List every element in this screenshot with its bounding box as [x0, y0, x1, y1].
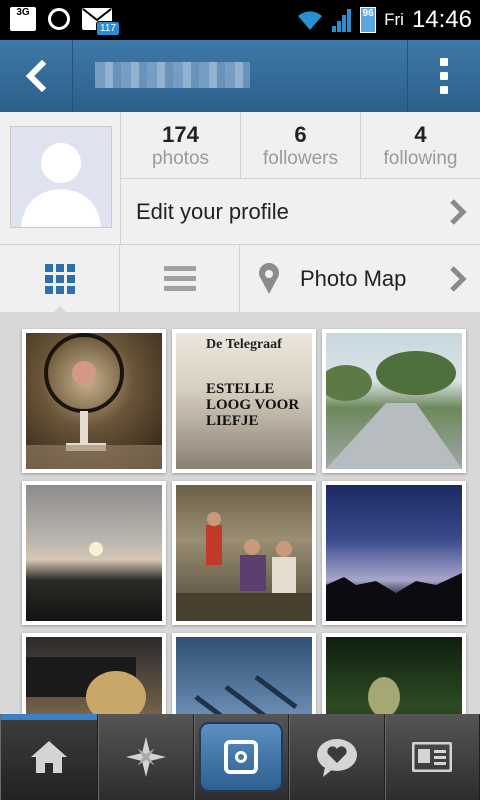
stat-photos-label: photos — [151, 148, 210, 169]
profile-stats: 174 photos 6 followers 4 following — [120, 112, 480, 178]
overflow-menu-button[interactable] — [407, 40, 480, 112]
tab-activity[interactable] — [289, 714, 385, 800]
newspaper-headline-3: LIEFJE — [206, 413, 259, 429]
avatar[interactable] — [10, 126, 112, 228]
photo-thumbnail[interactable] — [172, 633, 316, 714]
list-view-icon — [163, 266, 196, 291]
battery-level: 96 — [362, 8, 374, 19]
chevron-right-icon — [450, 265, 467, 292]
mail-count-badge: 117 — [96, 21, 120, 36]
profile-card-icon — [412, 742, 453, 772]
status-day: Fri — [384, 10, 404, 29]
kebab-menu-icon — [440, 58, 448, 66]
edit-profile-button[interactable]: Edit your profile — [120, 178, 480, 244]
stat-photos-count: 174 — [162, 122, 199, 147]
tab-home[interactable] — [0, 714, 98, 800]
chevron-left-icon — [25, 60, 47, 92]
tab-photo-map[interactable]: Photo Map — [240, 245, 480, 312]
default-avatar-icon — [11, 127, 111, 227]
tab-profile[interactable] — [384, 714, 480, 800]
newspaper-headline-2: LOOG VOOR — [206, 397, 300, 413]
status-bar: 3G 117 96 Fri 14:46 — [0, 0, 480, 40]
toy-guns-photo — [194, 675, 298, 714]
chevron-right-icon — [450, 198, 467, 225]
photo-thumbnail[interactable] — [172, 481, 316, 625]
battery-icon: 96 — [360, 7, 377, 33]
stat-followers-label: followers — [263, 148, 338, 169]
network-label: 3G — [16, 7, 30, 18]
night-sky-photo — [326, 573, 462, 621]
keyboard-mask-photo — [26, 657, 146, 714]
photo-thumbnail[interactable] — [22, 633, 166, 714]
profile-section: 174 photos 6 followers 4 following Edit … — [0, 112, 480, 312]
mail-icon: 117 — [82, 8, 120, 36]
stat-following[interactable]: 4 following — [360, 112, 480, 178]
photo-thumbnail[interactable]: De Telegraaf ESTELLE LOOG VOOR LIEFJE — [172, 329, 316, 473]
wifi-icon — [298, 11, 323, 30]
tab-list-view[interactable] — [120, 245, 240, 312]
fan-photo — [26, 333, 162, 469]
photo-thumbnail[interactable] — [22, 329, 166, 473]
signal-icon — [332, 9, 352, 32]
network-3g-icon: 3G — [10, 7, 36, 31]
stat-following-count: 4 — [414, 122, 427, 147]
app-header — [0, 40, 480, 113]
photo-thumbnail[interactable] — [322, 481, 466, 625]
active-tab-pointer — [50, 306, 70, 316]
tab-grid-view[interactable] — [0, 245, 120, 312]
stat-followers-count: 6 — [294, 122, 307, 147]
edit-profile-label: Edit your profile — [136, 198, 289, 224]
stat-followers[interactable]: 6 followers — [240, 112, 360, 178]
camera-button[interactable] — [199, 722, 284, 792]
newspaper-headline-1: ESTELLE — [206, 381, 275, 397]
photo-thumbnail[interactable] — [322, 329, 466, 473]
stat-photos[interactable]: 174 photos — [120, 112, 240, 178]
photo-grid: De Telegraaf ESTELLE LOOG VOOR LIEFJE — [0, 316, 480, 714]
bottom-tab-bar — [0, 714, 480, 800]
photo-thumbnail[interactable] — [22, 481, 166, 625]
night-animal-photo — [368, 677, 400, 714]
newspaper-masthead: De Telegraaf — [206, 337, 282, 352]
view-tabs: Photo Map — [0, 244, 480, 312]
explore-star-icon — [125, 737, 166, 777]
tab-camera[interactable] — [193, 714, 289, 800]
camera-icon — [224, 740, 259, 774]
people-photo — [176, 512, 312, 621]
grid-view-icon — [44, 263, 75, 294]
tab-explore[interactable] — [98, 714, 194, 800]
home-icon — [31, 741, 67, 773]
sunset-photo — [89, 542, 103, 556]
heart-speech-icon — [316, 739, 357, 777]
status-time: 14:46 — [411, 6, 472, 33]
back-button[interactable] — [0, 40, 73, 112]
stat-following-label: following — [383, 148, 458, 169]
map-pin-icon — [259, 262, 279, 294]
road-photo — [326, 351, 462, 469]
alarm-clock-icon — [48, 8, 70, 30]
photo-map-label: Photo Map — [300, 265, 407, 291]
username-blurred — [95, 62, 250, 88]
photo-thumbnail[interactable] — [322, 633, 466, 714]
